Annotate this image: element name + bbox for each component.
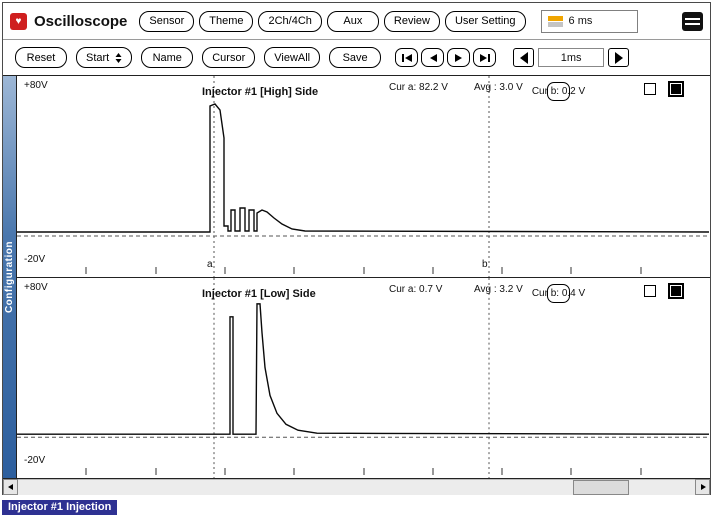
start-label: Start <box>86 52 109 64</box>
cursor-a-readout: Cur a: 82.2 V <box>389 82 448 93</box>
cursor-a-readout: Cur a: 0.7 V <box>389 284 442 295</box>
y-max-label: +80V <box>24 282 48 293</box>
channel-active-indicator[interactable] <box>668 81 684 97</box>
app-title: Oscilloscope <box>34 13 127 30</box>
y-min-label: -20V <box>24 455 45 466</box>
cursor-a-tag: a <box>207 259 213 270</box>
y-min-label: -20V <box>24 254 45 265</box>
timebase-increase-icon[interactable] <box>608 48 629 67</box>
cursor-time-value: 6 ms <box>569 15 593 27</box>
active-record-label: Injector #1 Injection <box>2 500 117 515</box>
channel-1-plot <box>17 76 710 277</box>
channel-panel-1: +80V Injector #1 [High] Side Cur a: 82.2… <box>17 76 710 277</box>
waveform-trace <box>17 104 709 232</box>
viewall-button[interactable]: ViewAll <box>264 47 320 68</box>
x-axis-ticks <box>86 267 641 274</box>
status-row: Injector #1 Injection <box>2 497 711 515</box>
save-button[interactable]: Save <box>329 47 381 68</box>
cursor-b-tag: b <box>482 259 488 270</box>
review-button[interactable]: Review <box>384 11 440 32</box>
channel-checkbox[interactable] <box>644 285 656 297</box>
cursor-b-readout: Cur b: 0.4 V <box>547 284 570 303</box>
user-setting-button[interactable]: User Setting <box>445 11 526 32</box>
oscilloscope-window: ♥ Oscilloscope Sensor Theme 2Ch/4Ch Aux … <box>2 2 711 495</box>
playback-controls <box>395 48 496 67</box>
channel-mode-button[interactable]: 2Ch/4Ch <box>258 11 321 32</box>
up-down-spinner-icon <box>115 52 122 64</box>
toolbar: Reset Start Name Cursor ViewAll Save <box>3 40 710 75</box>
reset-button[interactable]: Reset <box>15 47 67 68</box>
start-dropdown-button[interactable]: Start <box>76 47 132 68</box>
title-bar: ♥ Oscilloscope Sensor Theme 2Ch/4Ch Aux … <box>3 3 710 40</box>
aux-button[interactable]: Aux <box>327 11 379 32</box>
menu-icon[interactable] <box>682 12 703 31</box>
cursor-ab-icon <box>548 15 563 28</box>
app-logo-icon[interactable]: ♥ <box>10 13 27 30</box>
step-back-icon[interactable] <box>421 48 444 67</box>
horizontal-scrollbar[interactable] <box>3 479 710 495</box>
timebase-decrease-icon[interactable] <box>513 48 534 67</box>
cursor-button[interactable]: Cursor <box>202 47 255 68</box>
timebase-control: 1ms <box>513 48 629 67</box>
main-area: Configuration +80V Injector #1 [High] Si… <box>3 75 710 479</box>
scroll-left-icon[interactable] <box>3 479 18 495</box>
channel-active-indicator[interactable] <box>668 283 684 299</box>
skip-to-end-icon[interactable] <box>473 48 496 67</box>
channel-title: Injector #1 [High] Side <box>202 86 318 98</box>
y-max-label: +80V <box>24 80 48 91</box>
channel-2-plot <box>17 278 710 478</box>
channel-checkbox[interactable] <box>644 83 656 95</box>
theme-button[interactable]: Theme <box>199 11 253 32</box>
scrollbar-thumb[interactable] <box>573 480 629 495</box>
configuration-tab[interactable]: Configuration <box>3 76 17 478</box>
channel-panel-2: +80V Injector #1 [Low] Side Cur a: 0.7 V… <box>17 277 710 478</box>
sensor-button[interactable]: Sensor <box>139 11 194 32</box>
step-forward-icon[interactable] <box>447 48 470 67</box>
name-button[interactable]: Name <box>141 47 193 68</box>
configuration-tab-label: Configuration <box>4 241 15 313</box>
x-axis-ticks <box>86 468 641 475</box>
waveform-trace <box>17 304 709 434</box>
channel-title: Injector #1 [Low] Side <box>202 288 316 300</box>
scroll-right-icon[interactable] <box>695 479 710 495</box>
cursor-time-readout: 6 ms <box>541 10 638 33</box>
timebase-value: 1ms <box>538 48 604 67</box>
scope-channels: +80V Injector #1 [High] Side Cur a: 82.2… <box>17 76 710 478</box>
skip-to-start-icon[interactable] <box>395 48 418 67</box>
scrollbar-track[interactable] <box>18 479 695 495</box>
average-readout: Avg : 3.2 V <box>474 284 523 295</box>
average-readout: Avg : 3.0 V <box>474 82 523 93</box>
cursor-b-readout: Cur b: 0.2 V <box>547 82 570 101</box>
